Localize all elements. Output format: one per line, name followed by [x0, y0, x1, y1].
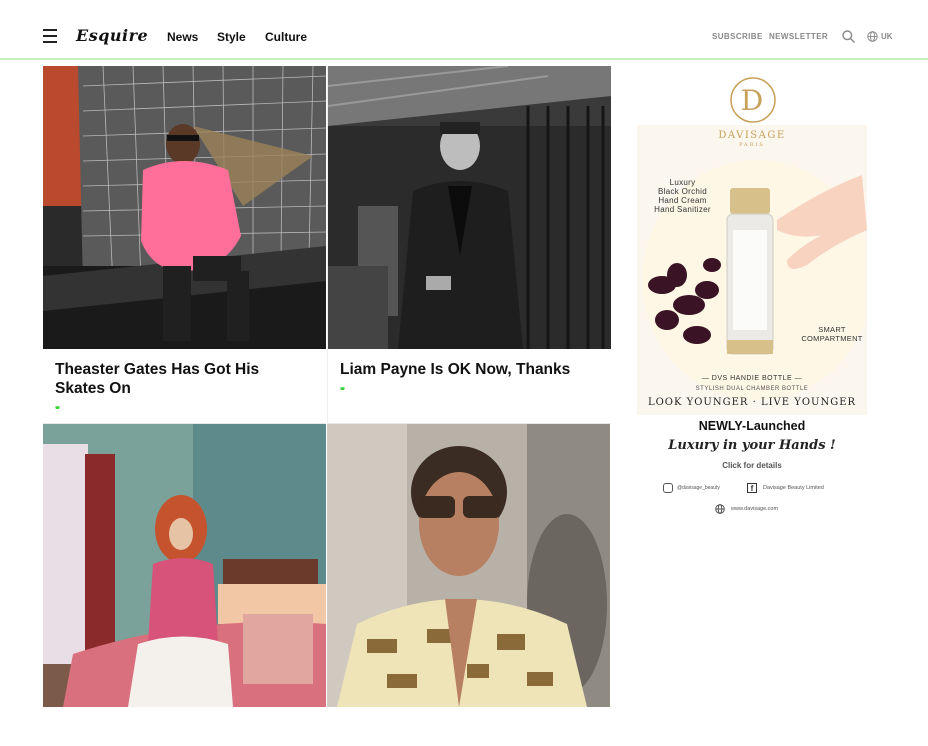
site-header: Esquire News Style Culture SUBSCRIBE NEW… [0, 0, 928, 60]
davisage-advertisement[interactable]: D DAVISAGE PARIS Luxury Black Orchid Han… [637, 70, 867, 520]
ad-slogan: LOOK YOUNGER · LIVE YOUNGER [647, 397, 857, 408]
article-card-liam-payne[interactable]: Liam Payne Is OK Now, Thanks •• [327, 66, 611, 424]
ad-product-line: Luxury [669, 178, 696, 187]
ad-website: www.davisage.com [731, 506, 779, 512]
nav-culture[interactable]: Culture [265, 30, 307, 44]
nav-news[interactable]: News [167, 30, 198, 44]
ad-bottle-desc: STYLISH DUAL CHAMBER BOTTLE [695, 386, 809, 392]
article-card-bedroom-portrait[interactable] [43, 424, 327, 708]
instagram-icon [663, 483, 673, 493]
ad-product-lines: Luxury Black Orchid Hand Cream Hand Sani… [645, 178, 720, 214]
globe-icon[interactable] [867, 31, 878, 42]
ad-launch: NEWLY-Launched [698, 419, 806, 433]
ad-brand-initial: D [740, 84, 764, 117]
ad-instagram-handle: @davisage_beauty [677, 485, 720, 491]
ad-facebook-name: Davisage Beauty Limited [763, 485, 824, 491]
article-title[interactable]: Theaster Gates Has Got His Skates On [55, 360, 305, 398]
article-image[interactable] [328, 66, 611, 349]
website-globe-icon [715, 504, 725, 514]
ad-feature: SMART COMPARTMENT [801, 325, 863, 343]
ad-brand-name: DAVISAGE [718, 130, 786, 141]
article-image[interactable] [43, 66, 326, 349]
nav-style[interactable]: Style [217, 30, 246, 44]
comment-dots: •• [55, 403, 60, 414]
ad-product-line: Hand Cream [658, 196, 707, 205]
search-icon[interactable] [842, 30, 855, 43]
article-card-theaster-gates[interactable]: Theaster Gates Has Got His Skates On •• [43, 66, 327, 424]
region-selector[interactable]: UK [881, 32, 893, 41]
article-image[interactable] [327, 424, 610, 707]
subscribe-link[interactable]: SUBSCRIBE [712, 32, 763, 41]
ad-bottle-name: — DVS HANDIE BOTTLE — [701, 375, 803, 382]
hamburger-menu-icon[interactable] [43, 29, 57, 43]
esquire-logo[interactable]: Esquire [76, 26, 148, 45]
ad-product-line: Hand Sanitizer [654, 205, 711, 214]
facebook-icon: f [747, 483, 757, 493]
article-title[interactable]: Liam Payne Is OK Now, Thanks [340, 360, 590, 379]
article-image[interactable] [43, 424, 326, 707]
ad-brand-sub: PARIS [739, 142, 765, 148]
ad-script-tagline: Luxury in your Hands ! [668, 438, 836, 453]
newsletter-link[interactable]: NEWSLETTER [769, 32, 828, 41]
comment-dots: •• [340, 384, 345, 395]
article-card-man-in-sunglasses[interactable] [327, 424, 611, 708]
ad-cta[interactable]: Click for details [637, 461, 867, 470]
ad-product-line: Black Orchid [658, 187, 707, 196]
